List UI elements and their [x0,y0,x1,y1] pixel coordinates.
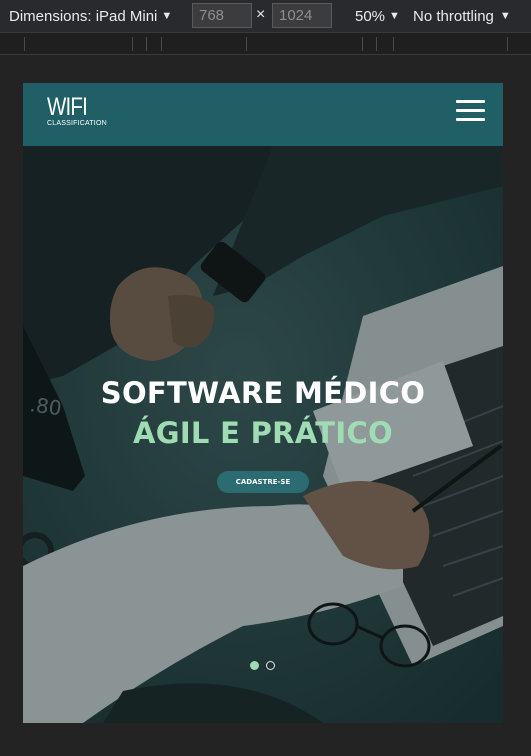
zoom-dropdown[interactable]: 50% ▼ [355,0,400,32]
site-navbar: WIFI CLASSIFICATION [23,83,503,146]
chevron-down-icon: ▼ [389,10,400,22]
signup-button[interactable]: CADASTRE-SE [217,471,309,493]
throttling-label: No throttling [413,7,494,25]
device-viewport: WIFI CLASSIFICATION .80 SOFTWARE MÉDICO … [23,83,503,723]
dimensions-label: Dimensions: iPad Mini [9,7,158,25]
carousel-dot-2[interactable] [266,661,275,670]
dimensions-separator: × [256,6,266,23]
hero-carousel: .80 SOFTWARE MÉDICO ÁGIL E PRÁTICO CADAS… [23,146,503,723]
zoom-label: 50% [355,7,386,25]
width-input[interactable]: 768 [192,3,252,28]
site-logo[interactable]: WIFI CLASSIFICATION [47,93,107,128]
carousel-dot-1[interactable] [250,661,259,670]
media-query-ruler[interactable] [0,32,531,55]
logo-sub-text: CLASSIFICATION [47,120,107,127]
throttling-dropdown[interactable]: No throttling ▼ [413,0,511,32]
dimensions-dropdown[interactable]: Dimensions: iPad Mini ▼ [9,0,172,32]
devtools-toolbar: Dimensions: iPad Mini ▼ 768 × 1024 50% ▼… [0,0,531,32]
hero-headline-line1: SOFTWARE MÉDICO [100,376,426,410]
hamburger-menu-icon[interactable] [456,100,485,122]
height-input[interactable]: 1024 [272,3,332,28]
logo-main-text: WIFI [47,93,88,121]
chevron-down-icon: ▼ [161,10,173,22]
hero-headline-line2: ÁGIL E PRÁTICO [132,416,393,450]
chevron-down-icon: ▼ [499,10,511,22]
